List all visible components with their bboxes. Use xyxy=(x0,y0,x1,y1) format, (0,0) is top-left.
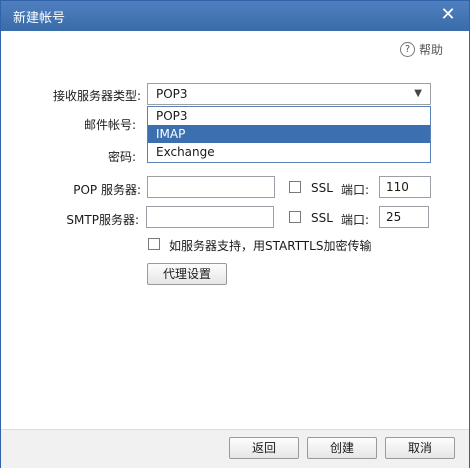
chevron-down-icon: ▼ xyxy=(414,88,422,99)
close-icon[interactable]: ✕ xyxy=(437,4,459,26)
new-account-dialog: 新建帐号 ✕ ? 帮助 接收服务器类型: POP3 ▼ POP3 IMAP Ex… xyxy=(0,0,470,468)
smtp-ssl-checkbox[interactable] xyxy=(289,211,301,223)
smtp-ssl-label: SSL xyxy=(311,211,333,225)
pop-ssl-label: SSL xyxy=(311,181,333,195)
smtp-port-label: 端口: xyxy=(341,213,370,227)
proxy-settings-button[interactable]: 代理设置 xyxy=(147,263,227,285)
pop-server-label: POP 服务器: xyxy=(73,183,141,197)
pop-port-input[interactable]: 110 xyxy=(379,176,431,198)
help-label: 帮助 xyxy=(418,43,443,57)
password-label: 密码: xyxy=(107,150,136,164)
smtp-server-label: SMTP服务器: xyxy=(66,213,139,227)
starttls-label: 如服务器支持，用STARTTLS加密传输 xyxy=(169,239,372,253)
window-title: 新建帐号 xyxy=(13,11,66,26)
option-imap[interactable]: IMAP xyxy=(148,125,430,143)
server-type-value: POP3 xyxy=(156,87,188,101)
starttls-checkbox[interactable] xyxy=(148,238,160,250)
back-button[interactable]: 返回 xyxy=(229,437,299,459)
email-label: 邮件帐号: xyxy=(83,118,136,132)
footer: 返回 创建 取消 xyxy=(1,429,469,468)
server-type-label: 接收服务器类型: xyxy=(52,89,141,103)
option-pop3[interactable]: POP3 xyxy=(148,107,430,125)
pop-port-label: 端口: xyxy=(341,183,370,197)
pop-ssl-checkbox[interactable] xyxy=(289,181,301,193)
create-button[interactable]: 创建 xyxy=(307,437,377,459)
help-link[interactable]: ? 帮助 xyxy=(399,41,443,58)
pop-server-input[interactable] xyxy=(147,176,275,198)
smtp-server-input[interactable] xyxy=(146,206,274,228)
option-exchange[interactable]: Exchange xyxy=(148,143,430,161)
cancel-button[interactable]: 取消 xyxy=(385,437,455,459)
question-circle-icon: ? xyxy=(399,42,415,57)
title-bar: 新建帐号 ✕ xyxy=(1,1,469,31)
smtp-port-input[interactable]: 25 xyxy=(379,206,429,228)
server-type-dropdown: POP3 IMAP Exchange xyxy=(147,106,431,163)
server-type-select[interactable]: POP3 ▼ xyxy=(147,83,431,105)
